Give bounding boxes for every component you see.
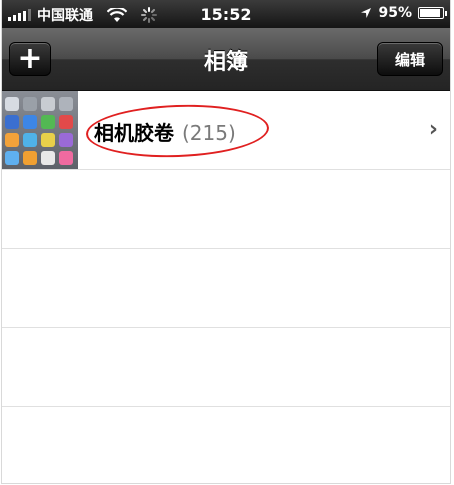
signal-icon	[8, 9, 31, 21]
activity-spinner-icon	[141, 7, 157, 23]
navigation-bar: + 相簿 编辑	[2, 28, 450, 91]
empty-row	[2, 249, 450, 328]
app-screen: 中国联通 15:52 95% + 相簿 编辑 相机胶卷 (215) ›	[1, 0, 451, 484]
edit-button[interactable]: 编辑	[377, 42, 443, 76]
status-bar: 中国联通 15:52 95%	[2, 0, 450, 28]
battery-icon	[418, 7, 447, 19]
status-right: 95%	[360, 5, 447, 21]
chevron-right-icon: ›	[428, 117, 438, 142]
empty-row	[2, 170, 450, 249]
location-arrow-icon	[361, 8, 372, 18]
add-album-button[interactable]: +	[9, 42, 51, 76]
battery-percent: 95%	[378, 5, 412, 21]
album-thumbnail	[2, 91, 78, 169]
album-list: 相机胶卷 (215) ›	[2, 91, 450, 483]
empty-row	[2, 407, 450, 483]
highlight-annotation	[85, 101, 270, 161]
status-left: 中国联通	[8, 5, 157, 25]
carrier-name: 中国联通	[37, 8, 93, 24]
empty-row	[2, 328, 450, 407]
wifi-icon	[107, 7, 127, 22]
battery-fill	[420, 9, 440, 17]
album-row-camera-roll[interactable]: 相机胶卷 (215) ›	[2, 91, 450, 170]
